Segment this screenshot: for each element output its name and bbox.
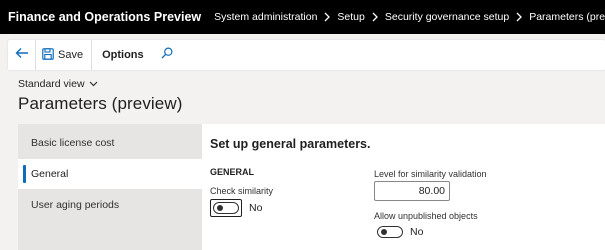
action-bar: Save Options bbox=[8, 40, 605, 70]
page-title: Parameters (preview) bbox=[18, 94, 183, 113]
breadcrumb-item-setup[interactable]: Setup bbox=[337, 11, 364, 23]
save-button[interactable]: Save bbox=[36, 40, 93, 70]
chevron-right-icon bbox=[516, 12, 523, 22]
save-label: Save bbox=[58, 49, 84, 61]
search-icon bbox=[161, 46, 173, 64]
toggle-knob bbox=[217, 205, 223, 211]
save-icon bbox=[42, 47, 54, 63]
check-similarity-toggle-focus bbox=[210, 199, 242, 217]
chevron-right-icon bbox=[324, 12, 331, 22]
similarity-level-label: Level for similarity validation bbox=[374, 169, 487, 179]
check-similarity-value: No bbox=[249, 202, 263, 214]
unpublished-objects-label: Allow unpublished objects bbox=[374, 211, 478, 221]
similarity-level-input[interactable] bbox=[374, 181, 450, 201]
breadcrumb-item-security-governance-setup[interactable]: Security governance setup bbox=[385, 11, 509, 23]
view-selector[interactable]: Standard view bbox=[18, 78, 98, 90]
unpublished-objects-field: No bbox=[377, 226, 423, 238]
check-similarity-toggle[interactable] bbox=[213, 202, 239, 214]
breadcrumb: System administration Setup Security gov… bbox=[201, 11, 605, 23]
view-label: Standard view bbox=[18, 78, 85, 90]
unpublished-objects-toggle[interactable] bbox=[377, 226, 403, 238]
group-label: GENERAL bbox=[210, 167, 255, 177]
search-button[interactable] bbox=[156, 40, 178, 70]
content-panel: Set up general parameters. GENERAL Check… bbox=[202, 124, 605, 250]
back-button[interactable] bbox=[8, 40, 36, 70]
nav-panel: Basic license cost General User aging pe… bbox=[18, 124, 202, 250]
breadcrumb-item-system-administration[interactable]: System administration bbox=[214, 11, 317, 23]
app-title[interactable]: Finance and Operations Preview bbox=[0, 0, 201, 34]
chevron-right-icon bbox=[372, 12, 378, 22]
nav-item-general[interactable]: General bbox=[18, 159, 202, 189]
top-bar: Finance and Operations Preview System ad… bbox=[0, 0, 605, 34]
toggle-knob bbox=[381, 229, 387, 235]
section-heading: Set up general parameters. bbox=[210, 137, 371, 151]
breadcrumb-item-parameters[interactable]: Parameters (preview) bbox=[529, 11, 605, 23]
nav-item-basic-license-cost[interactable]: Basic license cost bbox=[18, 128, 202, 158]
check-similarity-field: No bbox=[210, 199, 262, 217]
arrow-left-icon bbox=[15, 46, 29, 64]
chevron-down-icon bbox=[89, 78, 98, 90]
check-similarity-label: Check similarity bbox=[210, 186, 274, 196]
options-button[interactable]: Options bbox=[92, 40, 156, 70]
unpublished-objects-value: No bbox=[410, 226, 424, 238]
nav-item-user-aging-periods[interactable]: User aging periods bbox=[18, 190, 202, 220]
